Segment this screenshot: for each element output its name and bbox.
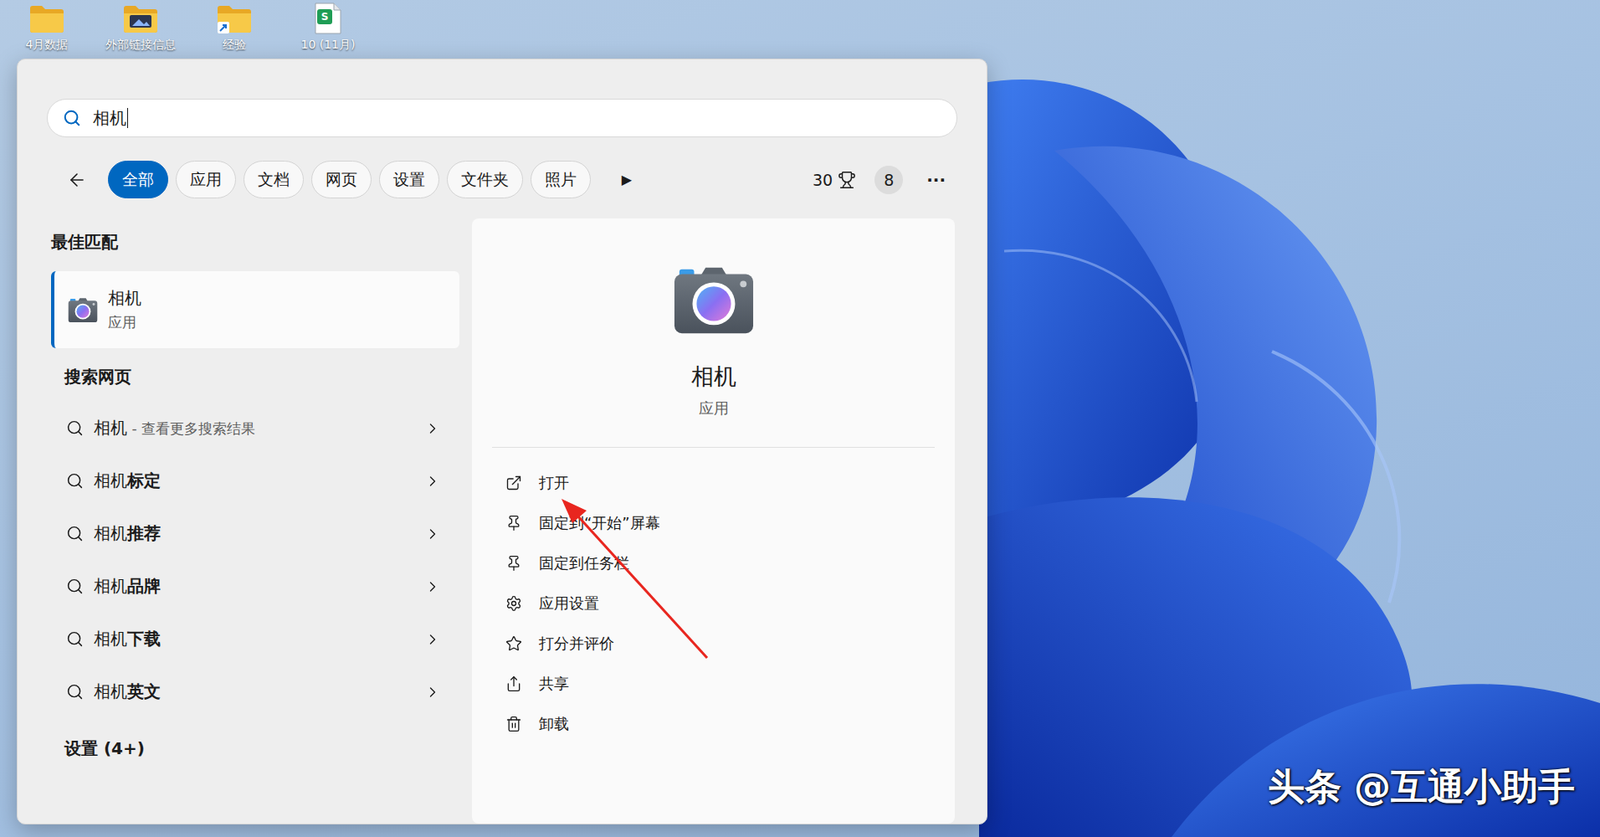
suggestion-text: 相机推荐 <box>93 522 415 545</box>
account-badge[interactable]: 8 <box>874 165 903 195</box>
detail-subtitle: 应用 <box>698 398 729 419</box>
open-icon <box>505 474 523 492</box>
suggestion-text: 相机下载 <box>93 627 415 651</box>
pin-icon <box>505 554 523 572</box>
detail-title: 相机 <box>691 361 737 392</box>
divider <box>492 446 935 448</box>
search-query: 相机 <box>92 107 129 130</box>
toolbar-right: 30 8 ··· <box>812 165 958 195</box>
action-item[interactable]: 固定到任务栏 <box>505 543 955 584</box>
photo-folder-icon <box>122 1 159 36</box>
sheet-file-icon: S <box>313 1 343 36</box>
star-icon <box>505 635 523 652</box>
web-suggestion[interactable]: 相机 - 查看更多搜索结果 <box>51 401 460 455</box>
filter-chip[interactable]: 文档 <box>243 160 304 199</box>
action-item[interactable]: 打分并评价 <box>505 623 955 664</box>
search-icon <box>66 577 84 595</box>
desktop-icon[interactable]: 4月数据 <box>0 1 94 59</box>
search-icon <box>66 471 84 490</box>
desktop-icon-label: 4月数据 <box>25 36 69 52</box>
best-match-subtitle: 应用 <box>107 312 142 333</box>
search-icon <box>62 108 82 128</box>
action-item[interactable]: 卸载 <box>505 703 955 744</box>
rewards-points[interactable]: 30 <box>812 170 857 190</box>
sheet-badge: S <box>317 9 333 25</box>
action-item[interactable]: 共享 <box>505 663 955 704</box>
chevron-right-icon <box>424 525 442 543</box>
filter-chip[interactable]: 全部 <box>107 160 169 199</box>
more-button[interactable]: ··· <box>921 169 951 190</box>
search-icon <box>66 682 84 701</box>
trash-icon <box>505 715 523 733</box>
suggestion-text: 相机 - 查看更多搜索结果 <box>93 416 415 440</box>
suggestion-text: 相机品牌 <box>93 574 415 598</box>
suggestion-text: 相机英文 <box>93 680 415 703</box>
search-icon <box>66 524 84 543</box>
more-filters-button[interactable]: ▶ <box>608 160 646 199</box>
search-icon <box>66 630 84 648</box>
pin-icon <box>505 514 523 532</box>
back-button[interactable] <box>53 160 101 199</box>
section-heading[interactable]: 设置 (4+) <box>51 736 460 760</box>
section-heading: 搜索网页 <box>51 364 460 389</box>
filter-chip[interactable]: 照片 <box>530 160 591 199</box>
folder-icon <box>28 1 66 36</box>
trophy-icon <box>837 170 857 190</box>
gear-icon <box>505 594 523 612</box>
desktop-icon[interactable]: 外部链接信息 <box>93 1 188 59</box>
camera-icon <box>672 257 755 340</box>
search-panel: 相机全部应用文档网页设置文件夹照片▶308···最佳匹配相机应用搜索网页相机 -… <box>16 58 988 825</box>
action-item[interactable]: 应用设置 <box>505 583 955 624</box>
desktop-icon-label: 10 (11月) <box>300 36 355 52</box>
text-caret <box>127 107 129 129</box>
web-suggestion[interactable]: 相机推荐 <box>51 507 460 560</box>
action-item[interactable]: 固定到“开始”屏幕 <box>505 502 955 544</box>
back-arrow-icon <box>66 169 88 190</box>
action-item[interactable]: 打开 <box>505 462 955 503</box>
section-heading: 最佳匹配 <box>51 230 460 254</box>
filter-bar: 全部应用文档网页设置文件夹照片 ▶ 30 8 ··· <box>46 160 958 199</box>
best-match-title: 相机 <box>107 287 142 310</box>
web-suggestion[interactable]: 相机下载 <box>51 612 460 666</box>
chevron-right-icon <box>424 472 442 490</box>
search-box[interactable]: 相机 <box>46 98 958 138</box>
shortcut-folder-icon <box>215 1 253 36</box>
desktop-icon[interactable]: 经验 <box>187 1 282 59</box>
chevron-right-icon <box>424 683 442 701</box>
web-suggestion[interactable]: 相机英文 <box>51 665 460 718</box>
filter-chip[interactable]: 应用 <box>175 160 236 199</box>
results-list: 最佳匹配相机应用搜索网页相机 - 查看更多搜索结果相机标定相机推荐相机品牌相机下… <box>46 218 460 824</box>
desktop-icon-label: 外部链接信息 <box>105 36 176 52</box>
desktop-icon[interactable]: S 10 (11月) <box>281 1 375 59</box>
desktop: 4月数据外部链接信息经验S10 (11月)相机全部应用文档网页设置文件夹照片▶3… <box>0 0 1600 837</box>
filter-chip[interactable]: 网页 <box>311 160 372 199</box>
desktop-icon-label: 经验 <box>222 36 247 52</box>
desktop-icons: 4月数据 外部链接信息 经验 S 10 (11月) <box>0 0 1600 59</box>
filter-chip[interactable]: 设置 <box>379 160 440 199</box>
web-suggestions: 相机 - 查看更多搜索结果相机标定相机推荐相机品牌相机下载相机英文 <box>51 401 460 718</box>
web-suggestion[interactable]: 相机品牌 <box>51 559 460 613</box>
share-icon <box>505 675 523 693</box>
best-match-item[interactable]: 相机应用 <box>51 271 460 349</box>
chevron-right-icon <box>424 420 442 437</box>
filter-chip[interactable]: 文件夹 <box>446 160 524 199</box>
results: 最佳匹配相机应用搜索网页相机 - 查看更多搜索结果相机标定相机推荐相机品牌相机下… <box>46 218 958 824</box>
web-suggestion[interactable]: 相机标定 <box>51 454 460 508</box>
watermark: 头条 @互通小助手 <box>1267 762 1575 812</box>
search-icon <box>66 419 84 437</box>
chevron-right-icon <box>424 630 442 648</box>
detail-pane: 相机应用打开固定到“开始”屏幕固定到任务栏应用设置打分并评价共享卸载 <box>471 218 955 824</box>
camera-icon <box>67 294 98 325</box>
action-list: 打开固定到“开始”屏幕固定到任务栏应用设置打分并评价共享卸载 <box>471 462 955 744</box>
suggestion-text: 相机标定 <box>93 469 415 493</box>
chevron-right-icon <box>424 578 442 595</box>
